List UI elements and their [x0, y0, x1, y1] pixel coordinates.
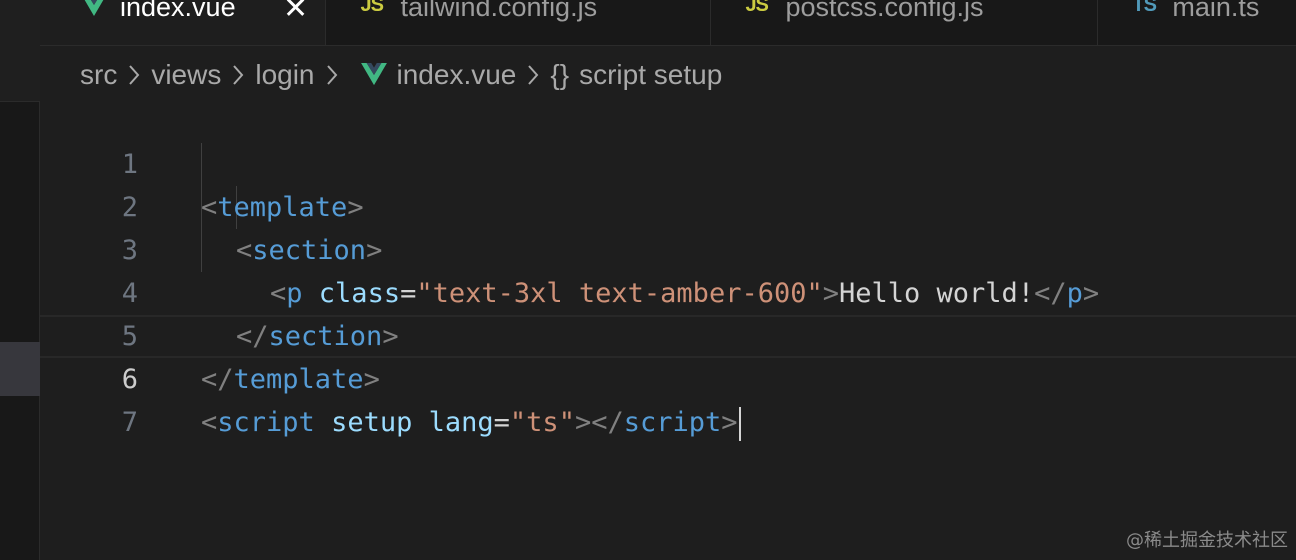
watermark: @稀土掘金技术社区 [1126, 530, 1288, 551]
tab-main-ts[interactable]: TS main.ts [1098, 0, 1296, 45]
side-bar-selected-item[interactable] [0, 342, 40, 396]
code-line: 4 </section> [40, 229, 1296, 352]
code-line: 7 [40, 358, 1296, 438]
tab-index-vue[interactable]: index.vue ✕ [40, 0, 327, 45]
tab-label: tailwind.config.js [400, 0, 598, 22]
code-line: 2 <section> [40, 143, 1296, 266]
line-number: 7 [121, 407, 138, 438]
breadcrumb-item-src[interactable]: src [80, 59, 117, 91]
braces-icon: {} [550, 59, 570, 90]
code-line: 3 <p class="text-3xl text-amber-600">Hel… [40, 186, 1296, 309]
code-editor[interactable]: 1 <template> 2 <section> 3 <p class="tex… [40, 100, 1296, 560]
breadcrumb-item-script-setup[interactable]: script setup [579, 59, 722, 91]
tab-label: index.vue [120, 0, 236, 22]
chevron-right-icon [526, 63, 540, 87]
tab-label: postcss.config.js [785, 0, 984, 22]
side-bar [0, 0, 40, 560]
chevron-right-icon [325, 63, 339, 87]
text-cursor [738, 406, 741, 441]
tab-label: main.ts [1172, 0, 1260, 22]
close-icon[interactable]: ✕ [283, 0, 308, 26]
chevron-right-icon [127, 63, 141, 87]
code-line-current: 6 <script setup lang="ts"></script> [40, 315, 1296, 441]
breadcrumb: src views login index.vue {} script setu… [80, 54, 722, 96]
side-bar-header [0, 0, 40, 102]
chevron-right-icon [231, 63, 245, 87]
code-line: 5 </template> [40, 272, 1296, 395]
vue-icon [360, 63, 387, 87]
editor-tab-bar: index.vue ✕ JS tailwind.config.js JS pos… [40, 0, 1296, 46]
breadcrumb-item-views[interactable]: views [151, 59, 221, 91]
line-content: <script setup lang="ts"></script> [201, 403, 741, 442]
breadcrumb-item-index-vue[interactable]: index.vue [397, 59, 517, 91]
tab-tailwind-config[interactable]: JS tailwind.config.js [326, 0, 712, 45]
tab-postcss-config[interactable]: JS postcss.config.js [711, 0, 1099, 45]
breadcrumb-item-login[interactable]: login [255, 59, 314, 91]
code-line: 1 <template> [40, 100, 1296, 223]
